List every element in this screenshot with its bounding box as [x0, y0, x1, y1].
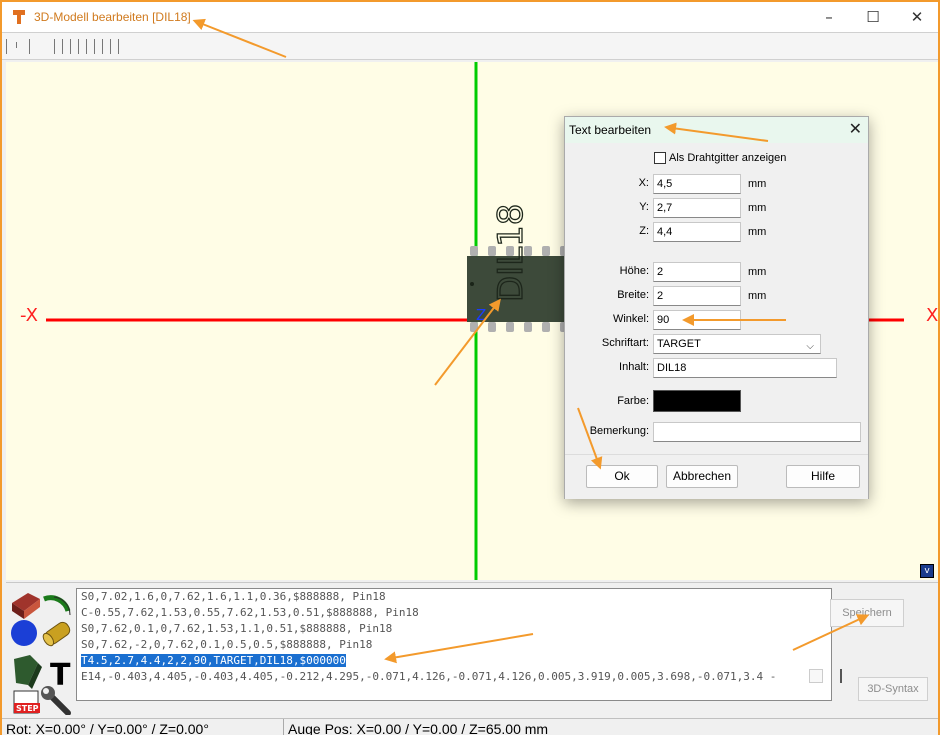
maximize-icon[interactable]: ☐	[850, 2, 896, 32]
viewport-menu-button[interactable]: v	[920, 564, 934, 578]
z-label: Z:	[639, 225, 649, 237]
content-label: Inhalt:	[619, 361, 649, 373]
dialog-title-bar: Text bearbeiten ✕	[565, 117, 868, 143]
x-label: X:	[638, 177, 649, 189]
toolbar-tool[interactable]	[54, 39, 55, 54]
arc-tool-icon	[43, 595, 71, 616]
toolbar-tool[interactable]	[62, 39, 63, 54]
minimize-icon[interactable]: –	[806, 2, 852, 32]
tool-palette[interactable]: T STEP	[10, 589, 74, 715]
plus-x-label: X	[926, 305, 938, 326]
script-editor[interactable]: S0,7.02,1.6,0,7.62,1.6,1.1,0.36,$888888,…	[76, 588, 832, 701]
toolbar-separator	[6, 39, 7, 54]
toolbar-tool[interactable]	[86, 39, 87, 54]
toolbar-tool[interactable]	[70, 39, 71, 54]
toolbar	[2, 32, 938, 60]
y-label: Y:	[639, 201, 649, 213]
syntax-button[interactable]: 3D-Syntax	[858, 677, 928, 701]
height-label: Höhe:	[619, 265, 649, 277]
caret-marker	[840, 669, 842, 683]
ok-button[interactable]: Ok	[586, 465, 658, 488]
editor-panel: T STEP S0,7.02,1.6,0,7.62,1.6,1.1,0.36,$…	[6, 582, 938, 718]
step-import-icon: STEP	[13, 690, 40, 714]
toolbar-tool[interactable]	[110, 39, 111, 54]
z-unit: mm	[748, 226, 767, 238]
code-line[interactable]: S0,7.02,1.6,0,7.62,1.6,1.1,0.36,$888888,…	[77, 589, 831, 605]
x-unit: mm	[748, 178, 767, 190]
text-tool-icon: T	[50, 658, 71, 693]
angle-label: Winkel:	[612, 313, 649, 325]
code-line[interactable]: C-0.55,7.62,1.53,0.55,7.62,1.53,0.51,$88…	[77, 605, 831, 621]
y-unit: mm	[748, 202, 767, 214]
angle-field[interactable]: 90	[653, 310, 741, 330]
close-icon[interactable]: ✕	[894, 2, 940, 32]
code-line[interactable]: E14,-0.403,4.405,-0.403,4.405,-0.212,4.2…	[77, 669, 831, 685]
toolbar-tool[interactable]	[78, 39, 79, 54]
content-field[interactable]: DIL18	[653, 358, 837, 378]
minus-x-label: -X	[20, 305, 38, 326]
box-tool-icon	[12, 593, 40, 619]
status-eye-position: Auge Pos: X=0.00 / Y=0.00 / Z=65.00 mm	[288, 721, 549, 735]
dialog-title: Text bearbeiten	[569, 123, 652, 137]
color-swatch[interactable]	[653, 390, 741, 412]
width-label: Breite:	[617, 289, 649, 301]
text-edit-dialog: Text bearbeiten ✕ Als Drahtgitter anzeig…	[564, 116, 869, 499]
font-select[interactable]: TARGET ⌵	[653, 334, 821, 354]
y-field[interactable]: 2,7	[653, 198, 741, 218]
status-rotation: Rot: X=0.00° / Y=0.00° / Z=0.00°	[2, 719, 284, 735]
z-axis-label: Z	[476, 306, 486, 324]
status-bar: Rot: X=0.00° / Y=0.00° / Z=0.00° Auge Po…	[2, 718, 938, 735]
title-bar: 3D-Modell bearbeiten [DIL18] – ☐ ✕	[2, 2, 938, 32]
width-unit: mm	[748, 290, 767, 302]
wireframe-checkbox[interactable]	[654, 152, 666, 164]
code-line[interactable]: S0,7.62,-2,0,7.62,0.1,0.5,0.5,$888888, P…	[77, 637, 831, 653]
help-button[interactable]: Hilfe	[786, 465, 860, 488]
cancel-button[interactable]: Abbrechen	[666, 465, 738, 488]
app-icon	[13, 10, 25, 24]
chevron-down-icon: ⌵	[806, 341, 814, 352]
z-field[interactable]: 4,4	[653, 222, 741, 242]
window-title: 3D-Modell bearbeiten [DIL18]	[34, 10, 191, 24]
save-button[interactable]: Speichern	[830, 599, 904, 627]
scroll-corner	[809, 669, 823, 683]
toolbar-grip	[16, 42, 17, 48]
color-label: Farbe:	[617, 395, 649, 407]
dialog-body: Als Drahtgitter anzeigen X: 4,5 mm Y: 2,…	[565, 143, 868, 442]
code-line[interactable]: S0,7.62,0.1,0,7.62,1.53,1.1,0.51,$888888…	[77, 621, 831, 637]
toolbar-separator	[29, 39, 30, 54]
toolbar-tool[interactable]	[94, 39, 95, 54]
svg-text:STEP: STEP	[16, 704, 39, 713]
height-unit: mm	[748, 266, 767, 278]
cylinder-tool-icon	[42, 621, 71, 647]
height-field[interactable]: 2	[653, 262, 741, 282]
toolbar-tool[interactable]	[118, 39, 119, 54]
width-field[interactable]: 2	[653, 286, 741, 306]
font-select-value: TARGET	[657, 338, 701, 350]
chip-notch	[470, 282, 474, 286]
toolbar-tool[interactable]	[102, 39, 103, 54]
sphere-tool-icon	[11, 620, 37, 646]
extrude-tool-icon	[14, 655, 42, 689]
close-icon[interactable]: ✕	[849, 119, 862, 138]
font-label: Schriftart:	[601, 337, 649, 349]
x-field[interactable]: 4,5	[653, 174, 741, 194]
part-label: DIL18	[491, 204, 531, 302]
remark-label: Bemerkung:	[589, 425, 649, 437]
remark-field[interactable]	[653, 422, 861, 442]
dialog-footer: Ok Abbrechen Hilfe	[565, 454, 868, 499]
code-line-selected[interactable]: T4.5,2.7,4.4,2,2,90,TARGET,DIL18,$000000	[77, 653, 831, 669]
wireframe-label: Als Drahtgitter anzeigen	[669, 152, 787, 164]
